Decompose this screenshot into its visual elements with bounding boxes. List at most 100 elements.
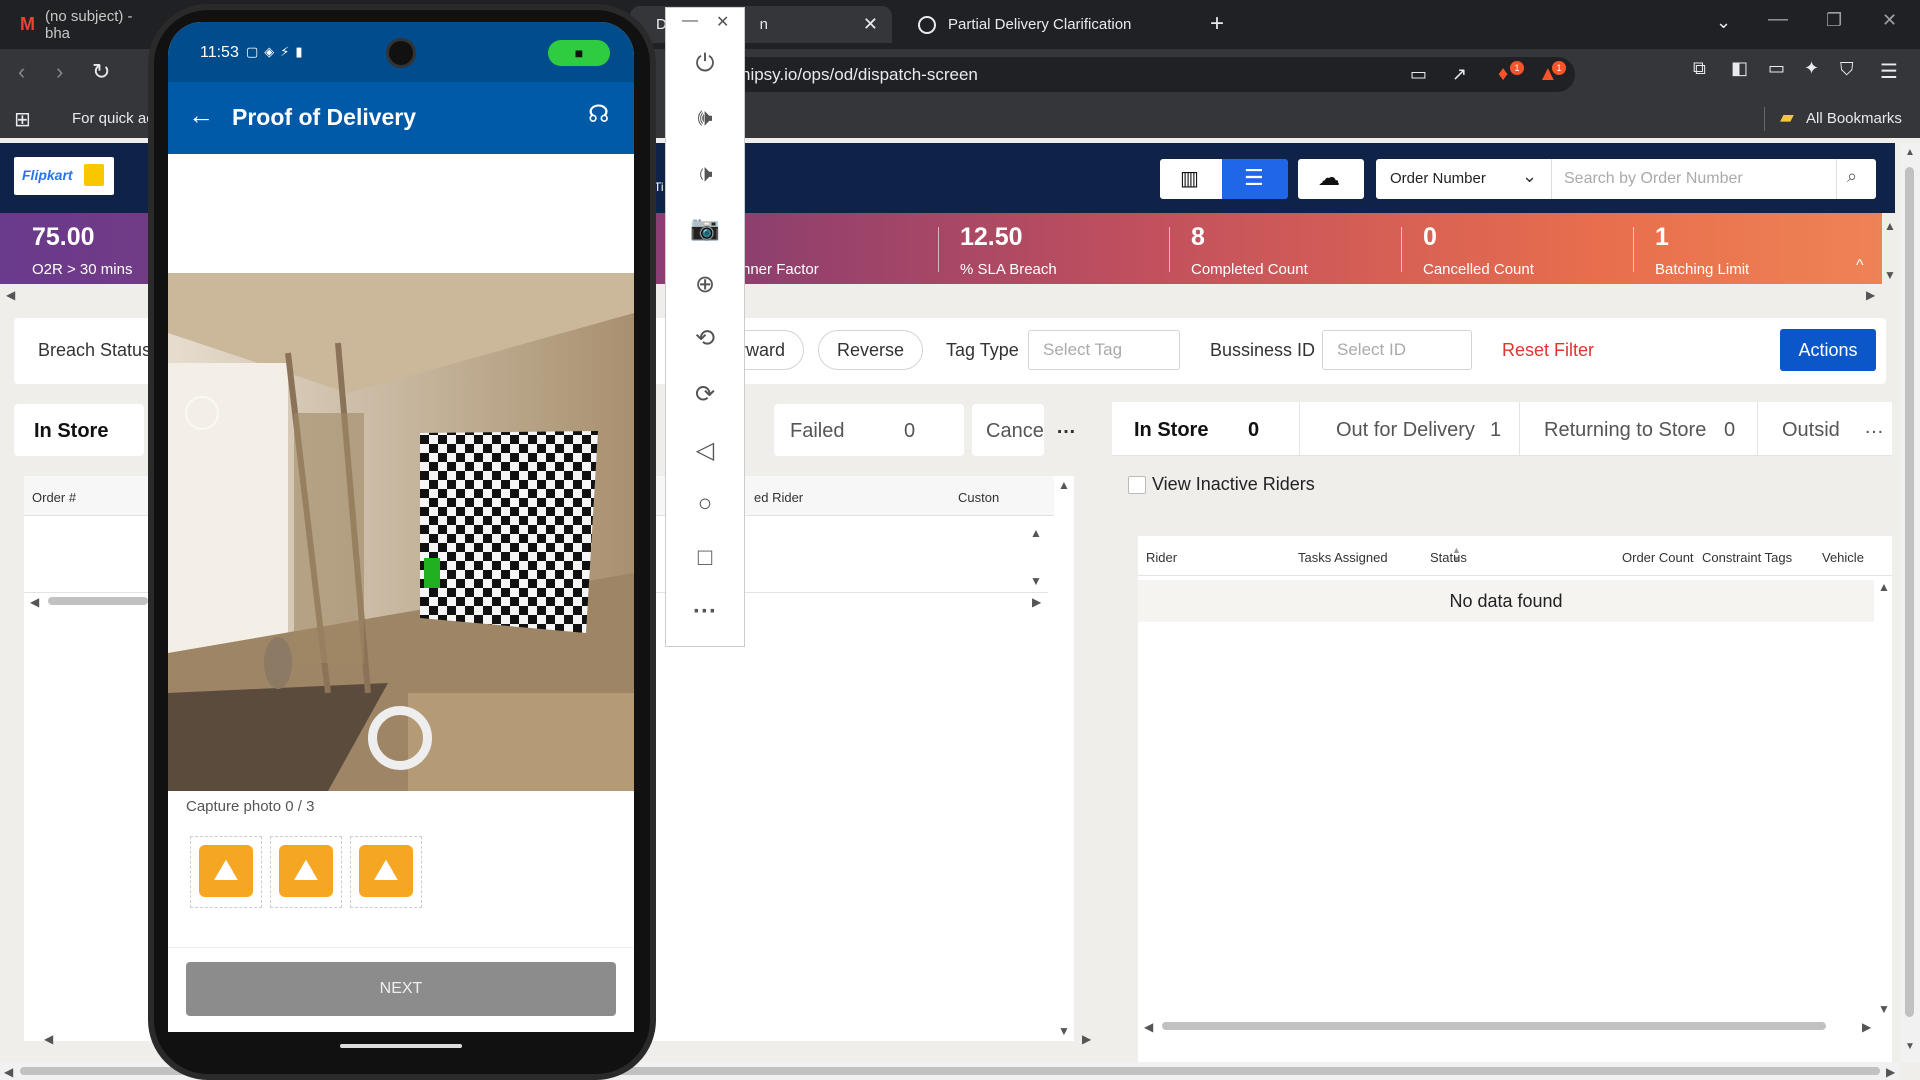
browser-tab-partial-delivery[interactable]: Partial Delivery Clarification	[906, 6, 1196, 43]
apps-grid-icon[interactable]: ⊞	[14, 107, 31, 132]
tag-select[interactable]: Select Tag	[1028, 330, 1180, 370]
volume-down-icon[interactable]: 🕩	[666, 160, 744, 188]
scroll-up-icon[interactable]: ▲	[1878, 580, 1890, 594]
more-tabs-icon[interactable]: …	[1864, 416, 1884, 439]
map-view-button[interactable]: ▥	[1160, 159, 1222, 199]
column-tasks-assigned[interactable]: Tasks Assigned	[1298, 550, 1388, 565]
scroll-right-icon[interactable]: ▶	[1032, 595, 1041, 609]
table-scroll-down-icon[interactable]: ▼	[1058, 1024, 1070, 1038]
scroll-right-icon[interactable]: ▶	[1082, 1032, 1091, 1046]
actions-button[interactable]: Actions	[1780, 329, 1876, 371]
column-status[interactable]: Status	[1430, 550, 1467, 565]
stats-scroll-left-icon[interactable]: ◀	[6, 288, 15, 302]
column-vehicle[interactable]: Vehicle	[1822, 550, 1864, 565]
close-window-icon[interactable]: ✕	[1882, 10, 1897, 31]
rotate-left-icon[interactable]: ⟲	[666, 324, 744, 353]
support-headset-icon[interactable]: ☊	[588, 100, 609, 129]
stats-scroll-down-icon[interactable]: ▼	[1884, 268, 1896, 282]
next-button[interactable]: NEXT	[186, 962, 616, 1016]
column-order-count[interactable]: Order Count	[1622, 550, 1694, 565]
forward-icon[interactable]: ›	[56, 59, 63, 85]
breach-status-filter[interactable]: Breach Status	[38, 340, 151, 361]
stats-scroll-up-icon[interactable]: ▲	[1884, 219, 1896, 233]
new-tab-icon[interactable]: +	[1210, 10, 1224, 38]
sidebar-icon[interactable]: ◧	[1731, 58, 1748, 79]
reload-icon[interactable]: ↻	[92, 59, 110, 85]
reverse-filter-pill[interactable]: Reverse	[818, 330, 924, 370]
list-view-button[interactable]: ☰	[1222, 159, 1288, 199]
browser-tab-gmail[interactable]: M (no subject) - bha	[8, 6, 168, 43]
screen-record-icon[interactable]: ■	[548, 40, 610, 66]
scroll-right-icon[interactable]: ▶	[1886, 1065, 1895, 1079]
back-icon[interactable]: ‹	[18, 59, 25, 85]
home-indicator[interactable]	[340, 1044, 462, 1048]
scroll-left-icon[interactable]: ◀	[30, 595, 39, 609]
menu-icon[interactable]: ☰	[1880, 59, 1898, 84]
brave-icon[interactable]: ♦	[1498, 57, 1508, 92]
sparkle-icon[interactable]: ✦	[1804, 58, 1819, 79]
overview-nav-icon[interactable]: □	[666, 544, 744, 572]
scroll-up-icon[interactable]: ▲	[1905, 147, 1915, 158]
tab-returning-to-store[interactable]: Returning to Store 0	[1520, 402, 1758, 456]
extensions-icon[interactable]: ⧉	[1693, 58, 1706, 79]
minimize-emulator-icon[interactable]: —	[682, 12, 698, 30]
more-options-icon[interactable]: ···	[666, 598, 744, 626]
shield-icon[interactable]: ⛉	[1840, 59, 1854, 80]
search-type-select[interactable]: Order Number ⌄	[1376, 159, 1552, 199]
search-button[interactable]: ⌕	[1836, 159, 1876, 199]
camera-viewfinder[interactable]	[168, 273, 634, 791]
share-icon[interactable]: ↗	[1452, 57, 1467, 92]
business-id-select[interactable]: Select ID	[1322, 330, 1472, 370]
all-bookmarks-link[interactable]: All Bookmarks	[1806, 110, 1902, 127]
scroll-left-icon[interactable]: ◀	[1144, 1020, 1153, 1034]
column-rider[interactable]: Rider	[1146, 550, 1177, 565]
scroll-down-icon[interactable]: ▼	[1905, 1041, 1915, 1052]
tab-in-store-orders[interactable]: In Store	[14, 404, 144, 456]
tab-failed[interactable]: Failed 0	[774, 404, 964, 456]
scroll-left-icon[interactable]: ◀	[4, 1065, 13, 1079]
collapse-stats-icon[interactable]: ^	[1856, 257, 1864, 275]
page-scroll-thumb[interactable]	[1905, 167, 1914, 1017]
back-arrow-icon[interactable]: ←	[188, 100, 214, 131]
scroll-right-icon[interactable]: ▶	[1862, 1020, 1871, 1034]
body-scroll-down-icon[interactable]: ▼	[1030, 574, 1042, 588]
body-scroll-up-icon[interactable]: ▲	[1030, 526, 1042, 540]
scroll-down-icon[interactable]: ▼	[1878, 1002, 1890, 1016]
home-nav-icon[interactable]: ○	[666, 490, 744, 518]
address-bar[interactable]: hipsy.io/ops/od/dispatch-screen ▭ ↗ ♦ 1 …	[730, 57, 1575, 92]
back-nav-icon[interactable]: ◁	[666, 436, 744, 465]
zoom-icon[interactable]: ⊕	[666, 270, 744, 299]
column-order-number[interactable]: Order #	[32, 490, 76, 505]
close-tab-icon[interactable]: ✕	[863, 14, 878, 35]
close-emulator-icon[interactable]: ✕	[716, 12, 729, 32]
shutter-button[interactable]	[368, 706, 432, 770]
scroll-left-icon[interactable]: ◀	[44, 1032, 53, 1046]
screenshot-camera-icon[interactable]: 📷	[666, 214, 744, 243]
rotate-right-icon[interactable]: ⟳	[666, 380, 744, 409]
stats-scroll-right-icon[interactable]: ▶	[1866, 288, 1875, 302]
order-search-input[interactable]: Search by Order Number	[1552, 159, 1836, 199]
h-scroll-thumb[interactable]	[48, 597, 148, 605]
reset-filter-link[interactable]: Reset Filter	[1502, 340, 1594, 361]
riders-h-scrollbar[interactable]: ◀ ▶	[1138, 1018, 1878, 1034]
wallet-icon[interactable]: ▭	[1768, 58, 1785, 79]
minimize-window-icon[interactable]: —	[1768, 8, 1788, 31]
more-tabs-icon[interactable]: …	[1056, 416, 1076, 439]
photo-slot-1[interactable]: ⛰	[190, 836, 262, 908]
restore-window-icon[interactable]: ❐	[1826, 10, 1842, 31]
tab-outside[interactable]: Outsid	[1758, 402, 1848, 456]
table-scroll-up-icon[interactable]: ▲	[1058, 478, 1070, 492]
volume-up-icon[interactable]: 🕪	[666, 104, 744, 132]
chevron-down-icon[interactable]: ⌄	[1716, 12, 1731, 33]
page-scrollbar[interactable]: ▲ ▼	[1900, 143, 1920, 1063]
tab-riders-in-store[interactable]: In Store 0	[1112, 402, 1300, 456]
power-icon[interactable]: ⏻	[666, 50, 744, 78]
h-scroll-thumb[interactable]	[1162, 1022, 1826, 1030]
cast-icon[interactable]: ▭	[1410, 57, 1427, 92]
column-assigned-rider[interactable]: ed Rider	[754, 490, 803, 505]
tab-cancelled[interactable]: Cance	[972, 404, 1044, 456]
view-inactive-checkbox[interactable]	[1128, 476, 1146, 494]
photo-slot-3[interactable]: ⛰	[350, 836, 422, 908]
photo-slot-2[interactable]: ⛰	[270, 836, 342, 908]
column-constraint-tags[interactable]: Constraint Tags	[1702, 550, 1792, 565]
